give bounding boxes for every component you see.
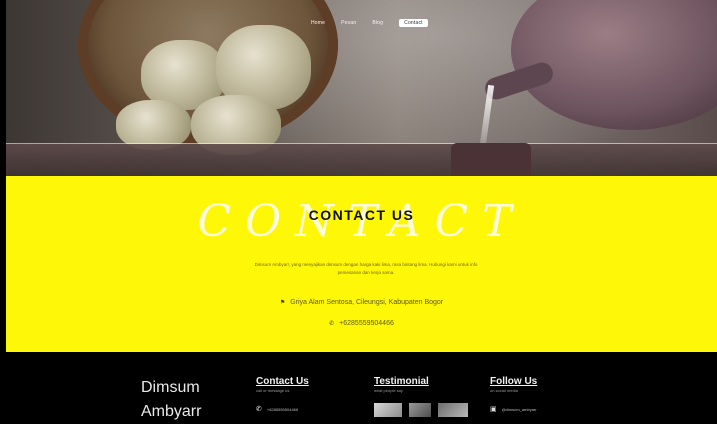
testimonial-thumbnail[interactable] — [438, 403, 468, 417]
table-edge — [6, 143, 717, 144]
testimonial-thumbnails — [374, 403, 468, 417]
footer-contact-column: Contact Us call or message us — [256, 376, 309, 393]
contact-description: Dimsum Ambyarr, yang menyajikan dimsum d… — [254, 261, 478, 275]
instagram-link[interactable]: ▣ @dimsum_ambyarr — [490, 405, 537, 413]
brand-line-1: Dimsum — [141, 379, 200, 396]
footer-testimonial-column: Testimonial what people say — [374, 376, 429, 393]
main-nav: Home Pesan Blog Contact — [311, 19, 428, 27]
instagram-icon: ▣ — [490, 406, 497, 413]
site-footer: Dimsum Ambyarr Contact Us call or messag… — [6, 352, 717, 420]
footer-phone-text[interactable]: +6285559504466 — [267, 407, 298, 412]
testimonial-thumbnail[interactable] — [409, 403, 431, 417]
phone-icon: ✆ — [329, 321, 335, 327]
contact-address: ⚑ Griya Alam Sentosa, Cileungsi, Kabupate… — [6, 299, 717, 306]
brand-line-2: Ambyarr — [141, 403, 202, 420]
contact-address-text: Griya Alam Sentosa, Cileungsi, Kabupaten… — [290, 299, 444, 306]
footer-phone-row[interactable]: ✆ +6285559504466 — [256, 405, 298, 413]
footer-contact-heading: Contact Us — [256, 376, 309, 387]
footer-follow-heading: Follow Us — [490, 376, 538, 387]
testimonial-thumbnail[interactable] — [374, 403, 402, 417]
nav-home-link[interactable]: Home — [311, 20, 325, 26]
footer-testimonial-heading: Testimonial — [374, 376, 429, 387]
contact-title: CONTACT US — [308, 207, 415, 223]
footer-testimonial-sub: what people say — [374, 388, 403, 393]
hero-banner: Home Pesan Blog Contact — [6, 0, 717, 176]
nav-pesan-link[interactable]: Pesan — [341, 20, 356, 26]
footer-follow-column: Follow Us on social media — [490, 376, 537, 393]
footer-brand: Dimsum Ambyarr — [141, 376, 201, 424]
contact-section: CONTACT CONTACT US Dimsum Ambyarr, yang … — [6, 176, 717, 352]
map-marker-icon: ⚑ — [279, 300, 286, 306]
footer-contact-sub: call or message us — [256, 388, 290, 393]
instagram-handle[interactable]: @dimsum_ambyarr — [502, 407, 537, 412]
table-surface — [6, 144, 717, 176]
contact-phone-text[interactable]: +6285559504466 — [339, 320, 394, 327]
teacup-image — [451, 143, 531, 176]
phone-icon: ✆ — [256, 406, 262, 413]
nav-contact-link[interactable]: Contact — [399, 19, 428, 27]
footer-follow-sub: on social media — [490, 388, 518, 393]
contact-phone[interactable]: ✆ +6285559504466 — [6, 320, 717, 327]
nav-blog-link[interactable]: Blog — [372, 20, 383, 26]
